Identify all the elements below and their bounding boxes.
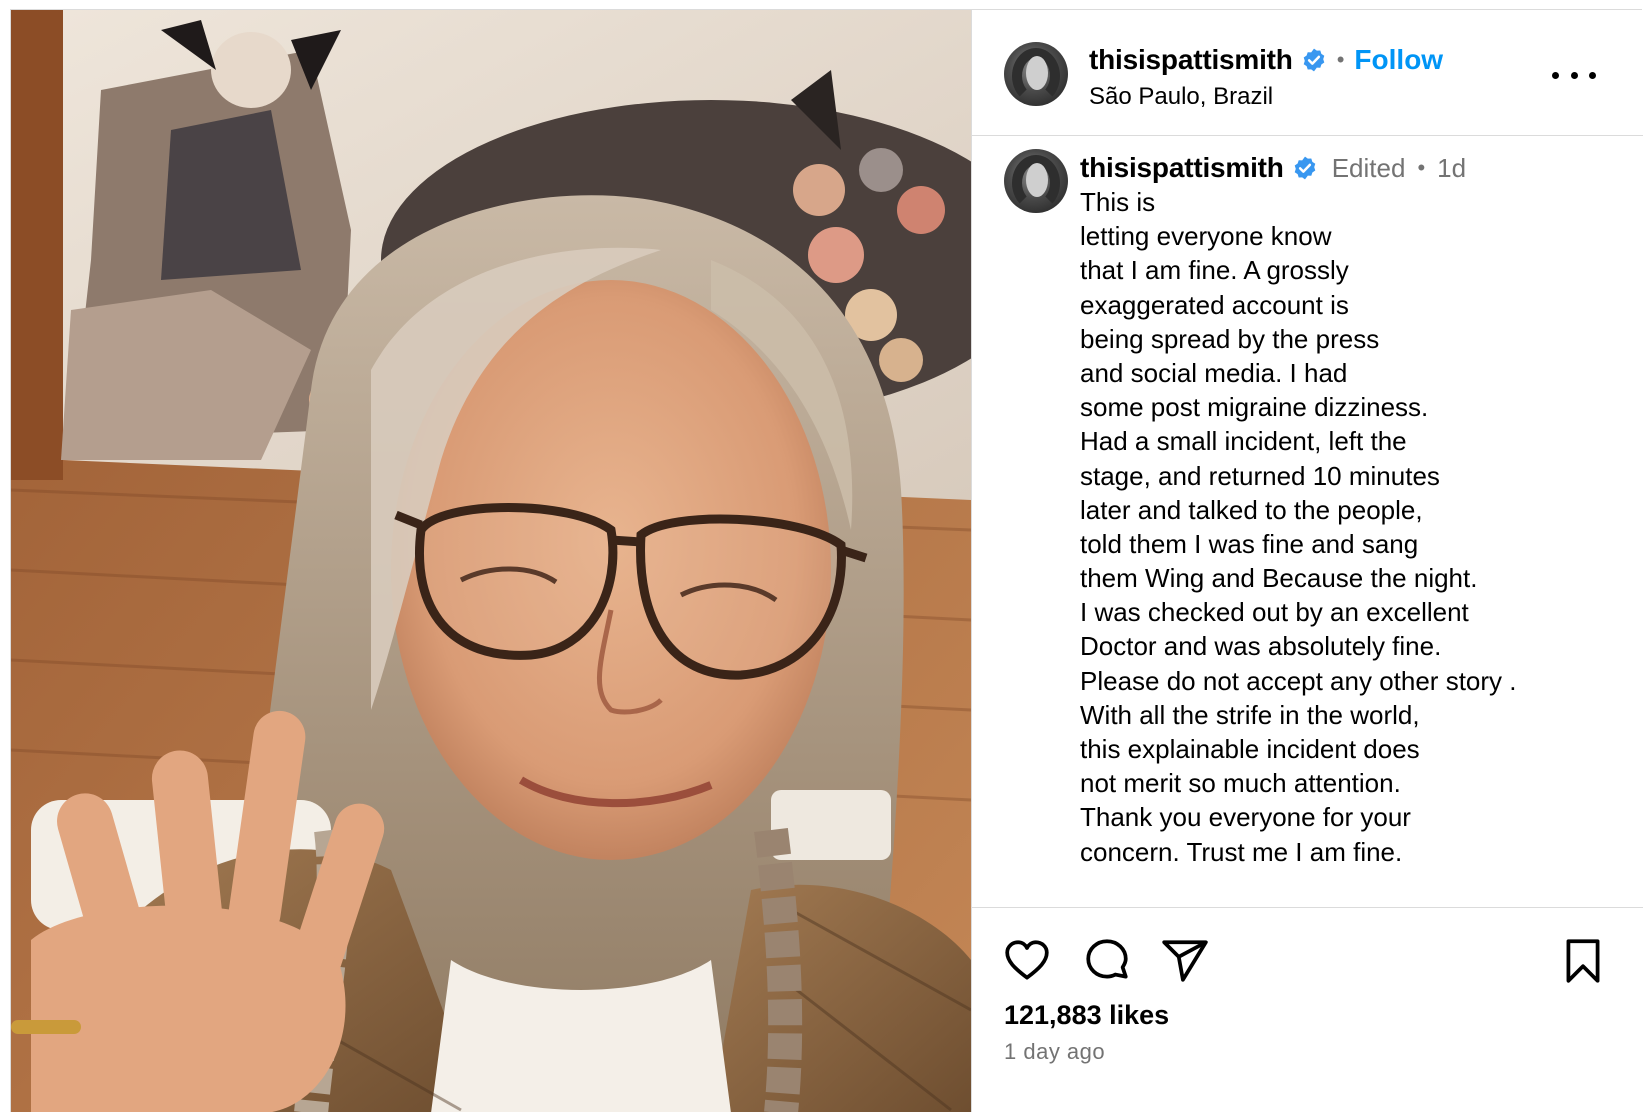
caption-line: not merit so much attention. [1080, 768, 1401, 799]
edited-label: Edited [1331, 152, 1406, 183]
verified-badge-icon [1303, 48, 1325, 72]
more-options-icon[interactable] [1552, 60, 1596, 90]
more-dot [1589, 71, 1596, 79]
post-side-panel: thisispattismith • Follow São Paulo, Bra… [971, 10, 1643, 1112]
follow-button[interactable]: Follow [1354, 44, 1443, 76]
caption-line: I was checked out by an excellent [1080, 597, 1469, 628]
caption-line: later and talked to the people, [1080, 494, 1423, 525]
post-actions: 121,883 likes 1 day ago [972, 907, 1643, 1112]
avatar-face-shape [1026, 163, 1048, 197]
separator-dot: • [1417, 155, 1426, 180]
verified-badge-icon [1294, 156, 1316, 180]
caption-line: this explainable incident does [1080, 734, 1420, 764]
caption-line: letting everyone know [1080, 221, 1332, 252]
author-avatar[interactable] [1004, 42, 1068, 106]
post-header: thisispattismith • Follow São Paulo, Bra… [972, 10, 1643, 136]
avatar-face-shape [1026, 56, 1048, 90]
caption-avatar[interactable] [1004, 149, 1068, 213]
caption-line: Had a small incident, left the [1080, 426, 1407, 457]
caption-time[interactable]: 1d [1437, 153, 1466, 184]
caption-name-row: thisispattismith Edited • 1d [1080, 149, 1466, 187]
post-photo[interactable] [11, 10, 971, 1112]
caption-text: This is letting everyone know that I am … [1080, 185, 1640, 869]
caption-area: thisispattismith Edited • 1d This is let… [972, 137, 1643, 907]
post-location[interactable]: São Paulo, Brazil [1089, 83, 1273, 111]
comment-icon[interactable] [1082, 936, 1132, 986]
author-name-row: thisispattismith • Follow [1089, 40, 1443, 80]
caption-line: some post migraine dizziness. [1080, 392, 1429, 423]
caption-line: being spread by the press [1080, 323, 1380, 354]
bookmark-icon[interactable] [1558, 936, 1608, 986]
caption-line: With all the strife in the world, [1080, 699, 1420, 730]
caption-line: This is [1080, 187, 1156, 217]
caption-line: exaggerated account is [1080, 289, 1349, 320]
caption-line: told them I was fine and sang [1080, 528, 1419, 559]
post-time-ago[interactable]: 1 day ago [1004, 1039, 1105, 1065]
more-dot [1552, 71, 1559, 79]
caption-line: them Wing and Because the night. [1080, 563, 1478, 594]
caption-line: Thank you everyone for your [1080, 802, 1411, 833]
author-username[interactable]: thisispattismith [1089, 44, 1293, 76]
heart-icon[interactable] [1002, 936, 1052, 986]
caption-line: concern. Trust me I am fine. [1080, 836, 1403, 867]
instagram-post: thisispattismith • Follow São Paulo, Bra… [10, 9, 1643, 1112]
share-icon[interactable] [1160, 936, 1210, 986]
separator-dot: • [1336, 47, 1345, 72]
caption-line: and social media. I had [1080, 357, 1348, 388]
caption-line: Doctor and was absolutely fine. [1080, 631, 1442, 662]
caption-username[interactable]: thisispattismith [1080, 152, 1284, 184]
caption-line: Please do not accept any other story . [1080, 665, 1517, 696]
caption-line: that I am fine. A grossly [1080, 255, 1349, 286]
likes-count[interactable]: 121,883 likes [1004, 1000, 1169, 1031]
caption-line: stage, and returned 10 minutes [1080, 460, 1440, 491]
selfie-image [11, 10, 971, 1112]
more-dot [1570, 71, 1578, 79]
